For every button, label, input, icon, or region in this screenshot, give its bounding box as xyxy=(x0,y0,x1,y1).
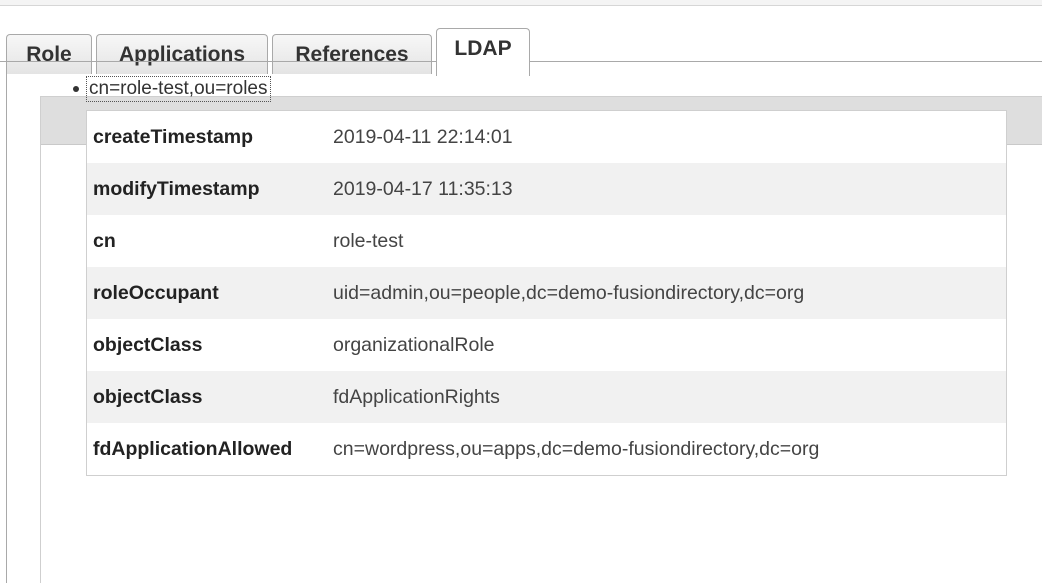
ldap-view-window: Role Applications References LDAP cn=rol… xyxy=(0,0,1042,583)
content-frame-border xyxy=(6,61,7,583)
attribute-table: createTimestamp 2019-04-11 22:14:01 modi… xyxy=(86,110,1007,476)
attribute-name: createTimestamp xyxy=(93,125,254,148)
attribute-value: organizationalRole xyxy=(333,333,495,356)
attribute-value: cn=wordpress,ou=apps,dc=demo-fusiondirec… xyxy=(333,437,820,460)
tab-applications[interactable]: Applications xyxy=(96,34,268,74)
attribute-name: cn xyxy=(93,229,116,252)
attribute-name: modifyTimestamp xyxy=(93,177,260,200)
attribute-value: fdApplicationRights xyxy=(333,385,500,408)
attribute-value: uid=admin,ou=people,dc=demo-fusiondirect… xyxy=(333,281,805,304)
tab-bar: Role Applications References LDAP xyxy=(0,14,1042,76)
attribute-name: objectClass xyxy=(93,333,203,356)
tab-role[interactable]: Role xyxy=(6,34,92,74)
table-row: createTimestamp 2019-04-11 22:14:01 xyxy=(87,111,1006,163)
attribute-value: role-test xyxy=(333,229,404,252)
attribute-value: 2019-04-11 22:14:01 xyxy=(333,125,513,148)
attribute-name: fdApplicationAllowed xyxy=(93,437,293,460)
table-row: fdApplicationAllowed cn=wordpress,ou=app… xyxy=(87,423,1006,475)
top-border xyxy=(0,0,1042,6)
attribute-name: objectClass xyxy=(93,385,203,408)
tab-ldap[interactable]: LDAP xyxy=(436,28,530,76)
table-row: objectClass fdApplicationRights xyxy=(87,371,1006,423)
entry-bullet xyxy=(73,86,79,92)
tab-references[interactable]: References xyxy=(272,34,432,74)
entry-dn-link[interactable]: cn=role-test,ou=roles xyxy=(86,76,271,102)
table-row: roleOccupant uid=admin,ou=people,dc=demo… xyxy=(87,267,1006,319)
attribute-value: 2019-04-17 11:35:13 xyxy=(333,177,513,200)
table-row: cn role-test xyxy=(87,215,1006,267)
table-row: objectClass organizationalRole xyxy=(87,319,1006,371)
attribute-name: roleOccupant xyxy=(93,281,219,304)
table-row: modifyTimestamp 2019-04-17 11:35:13 xyxy=(87,163,1006,215)
